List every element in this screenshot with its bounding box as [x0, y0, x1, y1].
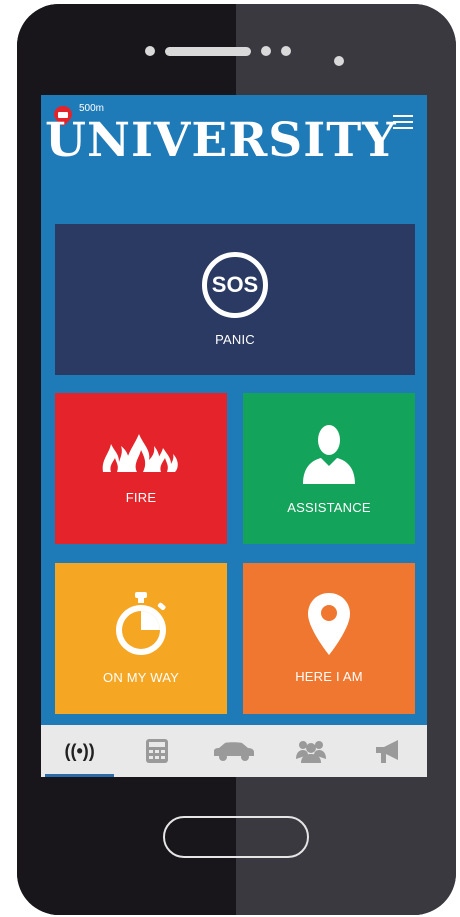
fire-button[interactable]: FIRE [55, 393, 227, 544]
app-title: UNIVERSITY [45, 113, 397, 168]
broadcast-icon: ((•)) [64, 740, 95, 761]
sensor-dot [261, 46, 271, 56]
fire-icon [102, 434, 178, 472]
sensor-dot [145, 46, 155, 56]
assistance-button[interactable]: ASSISTANCE [243, 393, 415, 544]
menu-bar [393, 127, 413, 129]
here-i-am-label: HERE I AM [295, 669, 363, 684]
sos-icon: SOS [202, 252, 268, 318]
menu-bar [393, 121, 413, 123]
active-tab-indicator [45, 774, 115, 777]
tab-broadcast[interactable]: ((•)) [41, 725, 118, 777]
front-camera [334, 56, 344, 66]
earpiece [145, 46, 291, 56]
on-my-way-button[interactable]: ON MY WAY [55, 563, 227, 714]
tab-calculator[interactable] [118, 725, 195, 777]
sensor-dot [281, 46, 291, 56]
speaker-grille [165, 46, 251, 56]
group-icon [296, 741, 327, 763]
sos-icon-text: SOS [211, 272, 259, 297]
car-icon [214, 742, 254, 761]
here-i-am-button[interactable]: HERE I AM [243, 563, 415, 714]
megaphone-icon [376, 740, 399, 763]
panic-label: PANIC [215, 332, 255, 347]
tab-group[interactable] [273, 725, 350, 777]
assistance-label: ASSISTANCE [287, 500, 371, 515]
app-screen: 500m UNIVERSITY SOS PANIC FIRE ASSISTANC… [41, 95, 427, 777]
tab-car[interactable] [195, 725, 272, 777]
home-button[interactable] [163, 816, 309, 858]
fire-label: FIRE [125, 490, 157, 505]
bottom-tab-bar: ((•)) [41, 725, 427, 777]
tab-megaphone[interactable] [350, 725, 427, 777]
on-my-way-label: ON MY WAY [103, 670, 179, 685]
map-pin-icon [308, 593, 350, 655]
menu-bar [393, 115, 413, 117]
stopwatch-icon [116, 592, 166, 655]
menu-icon[interactable] [393, 115, 413, 133]
calculator-icon [145, 739, 168, 763]
person-icon [303, 425, 355, 484]
panic-button[interactable]: SOS PANIC [55, 224, 415, 375]
